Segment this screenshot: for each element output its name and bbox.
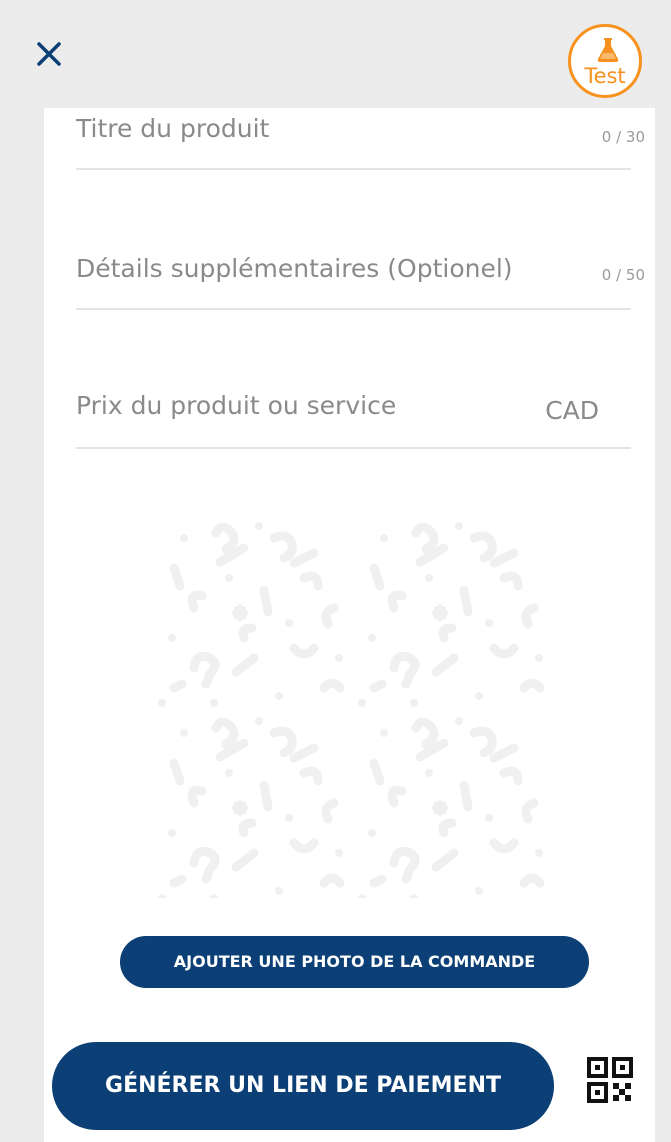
product-details-field[interactable]: Détails supplémentaires (Optionel) 0 / 5… [76, 248, 645, 310]
generate-payment-link-button[interactable]: GÉNÉRER UN LIEN DE PAIEMENT [52, 1042, 554, 1130]
qr-code-icon [587, 1057, 633, 1103]
product-title-counter: 0 / 30 [601, 128, 645, 146]
product-form-card: Titre du produit 0 / 30 Détails suppléme… [44, 108, 655, 1142]
close-icon [37, 42, 61, 66]
currency-label: CAD [545, 396, 599, 425]
product-details-placeholder: Détails supplémentaires (Optionel) [76, 254, 513, 283]
product-price-field[interactable]: Prix du produit ou service CAD [76, 387, 631, 449]
flask-icon [597, 38, 619, 62]
test-mode-badge[interactable]: Test [568, 24, 642, 98]
add-photo-button[interactable]: AJOUTER UNE PHOTO DE LA COMMANDE [120, 936, 589, 988]
question-pattern-icon [154, 518, 554, 898]
product-details-counter: 0 / 50 [601, 266, 645, 284]
close-button[interactable] [30, 34, 70, 74]
test-badge-label: Test [584, 64, 626, 88]
photo-placeholder[interactable] [154, 518, 554, 898]
product-title-placeholder: Titre du produit [76, 114, 270, 143]
product-title-field[interactable]: Titre du produit 0 / 30 [76, 108, 645, 170]
qr-code-button[interactable] [585, 1055, 635, 1105]
product-price-placeholder: Prix du produit ou service [76, 391, 397, 420]
